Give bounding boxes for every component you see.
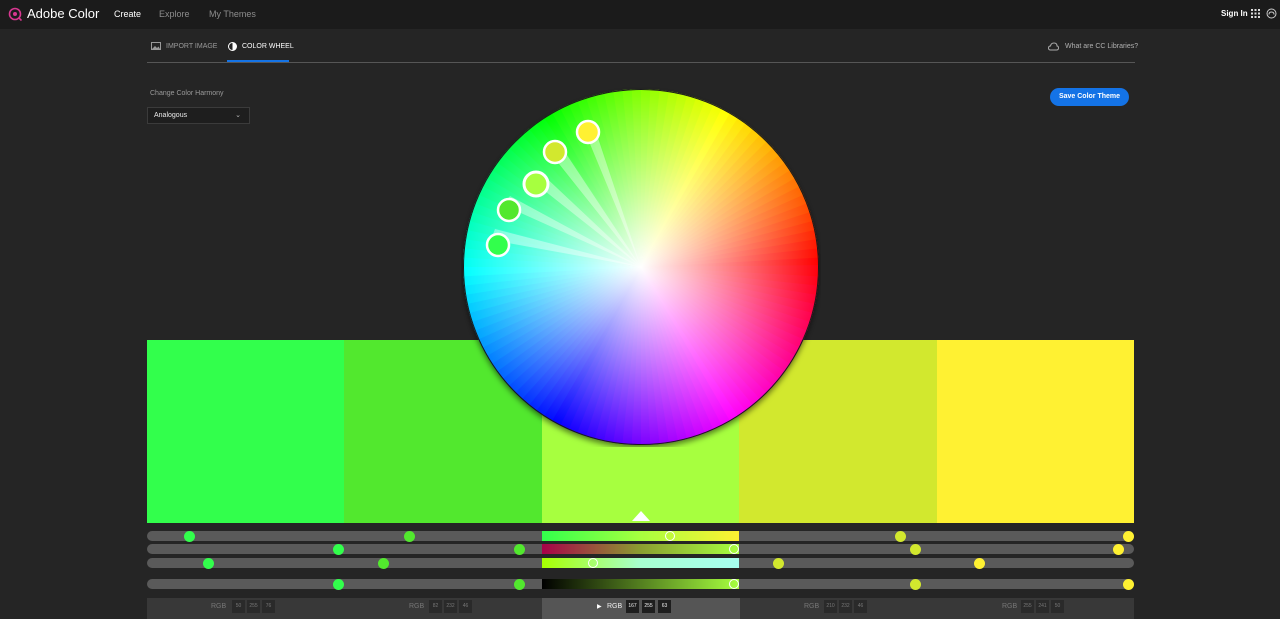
tab-import-image[interactable]: IMPORT IMAGE — [151, 42, 217, 50]
value-cell-4: RGB 210 232 46 — [740, 598, 937, 619]
wheel-handle-2[interactable] — [542, 139, 568, 165]
tab-color-wheel-label: COLOR WHEEL — [242, 43, 294, 50]
color-mode-label[interactable]: RGB — [607, 603, 622, 610]
g-input[interactable]: 232 — [839, 600, 852, 613]
creative-cloud-icon[interactable] — [1266, 8, 1277, 19]
slider-knob-active[interactable] — [588, 558, 598, 568]
slider-row-3[interactable] — [147, 557, 1134, 569]
nav-my-themes[interactable]: My Themes — [209, 9, 256, 19]
cc-libraries-icon — [1048, 42, 1059, 51]
tab-import-image-label: IMPORT IMAGE — [166, 42, 218, 50]
wheel-handle-1[interactable] — [575, 119, 601, 145]
slider-knob[interactable] — [514, 543, 525, 555]
slider-knob[interactable] — [333, 578, 344, 590]
apps-grid-icon[interactable] — [1251, 9, 1260, 18]
slider-knob[interactable] — [514, 578, 525, 590]
nav-create[interactable]: Create — [114, 9, 141, 19]
r-input[interactable]: 255 — [1021, 600, 1034, 613]
cc-libraries-link[interactable]: What are CC Libraries? — [1048, 42, 1138, 51]
color-mode-label: RGB — [1002, 603, 1018, 610]
slider-knob[interactable] — [333, 543, 344, 555]
value-cell-5: RGB 255 241 50 — [937, 598, 1134, 619]
nav-explore[interactable]: Explore — [159, 9, 190, 19]
slider-knob-active[interactable] — [729, 544, 739, 554]
slider-knob[interactable] — [910, 543, 921, 555]
swatch-5[interactable] — [936, 340, 1135, 523]
b-input[interactable]: 76 — [262, 600, 275, 613]
tab-color-wheel[interactable]: COLOR WHEEL — [228, 42, 294, 51]
slider-row-1-active-track — [542, 531, 739, 541]
slider-knob[interactable] — [1123, 530, 1134, 542]
harmony-selected-value: Analogous — [154, 112, 188, 119]
r-input[interactable]: 50 — [232, 600, 245, 613]
slider-row-2-active-track — [542, 544, 739, 554]
color-values-bar: RGB 50 255 76 RGB 82 232 46 ▶ RGB 167 25… — [147, 598, 1134, 619]
g-input[interactable]: 241 — [1036, 600, 1049, 613]
slider-row-2[interactable] — [147, 543, 1134, 555]
slider-knob-active[interactable] — [729, 579, 739, 589]
wheel-handle-4[interactable] — [496, 197, 522, 223]
r-input[interactable]: 210 — [824, 600, 837, 613]
b-input[interactable]: 46 — [459, 600, 472, 613]
g-input[interactable]: 232 — [444, 600, 457, 613]
value-cell-1: RGB 50 255 76 — [147, 598, 344, 619]
save-color-theme-button[interactable]: Save Color Theme — [1050, 88, 1129, 106]
chevron-down-icon: ⌄ — [235, 112, 241, 119]
cc-libraries-label: What are CC Libraries? — [1065, 43, 1139, 50]
slider-knob[interactable] — [184, 530, 195, 542]
caret-right-icon[interactable]: ▶ — [597, 603, 602, 610]
adobe-color-logo-icon — [8, 7, 22, 21]
color-mode-label: RGB — [409, 603, 425, 610]
image-icon — [151, 42, 161, 50]
slider-knob[interactable] — [974, 557, 985, 569]
app-logo[interactable]: Adobe Color — [8, 6, 99, 21]
g-input[interactable]: 255 — [247, 600, 260, 613]
active-swatch-arrow — [632, 511, 650, 521]
tab-divider — [147, 62, 1135, 63]
slider-row-3-active-track — [542, 558, 739, 568]
slider-knob[interactable] — [895, 530, 906, 542]
r-input[interactable]: 82 — [429, 600, 442, 613]
slider-knob[interactable] — [203, 557, 214, 569]
slider-row-1[interactable] — [147, 530, 1134, 542]
b-input[interactable]: 50 — [1051, 600, 1064, 613]
color-mode-label: RGB — [804, 603, 820, 610]
color-wheel[interactable] — [461, 87, 821, 447]
slider-knob[interactable] — [1123, 578, 1134, 590]
color-wheel-icon — [228, 42, 237, 51]
harmony-label: Change Color Harmony — [150, 90, 224, 97]
slider-knob[interactable] — [1113, 543, 1124, 555]
app-title: Adobe Color — [27, 6, 100, 21]
harmony-select[interactable]: Analogous ⌄ — [147, 107, 250, 124]
slider-knob[interactable] — [378, 557, 389, 569]
value-cell-active: ▶ RGB 167 255 63 — [542, 598, 740, 619]
slider-row-brightness-active-track — [542, 579, 739, 589]
color-mode-label: RGB — [211, 603, 227, 610]
slider-knob-active[interactable] — [665, 531, 675, 541]
wheel-handle-5[interactable] — [485, 232, 511, 258]
slider-row-brightness[interactable] — [147, 578, 1134, 590]
top-nav-bar: Adobe Color Create Explore My Themes Sig… — [0, 0, 1280, 29]
slider-knob[interactable] — [404, 530, 415, 542]
slider-knob[interactable] — [910, 578, 921, 590]
sign-in-link[interactable]: Sign In — [1221, 9, 1248, 18]
swatch-1[interactable] — [147, 340, 345, 523]
value-cell-2: RGB 82 232 46 — [344, 598, 542, 619]
slider-knob[interactable] — [773, 557, 784, 569]
r-input[interactable]: 167 — [626, 600, 639, 613]
b-input[interactable]: 46 — [854, 600, 867, 613]
wheel-handle-active[interactable] — [522, 170, 550, 198]
g-input[interactable]: 255 — [642, 600, 655, 613]
b-input[interactable]: 63 — [658, 600, 671, 613]
